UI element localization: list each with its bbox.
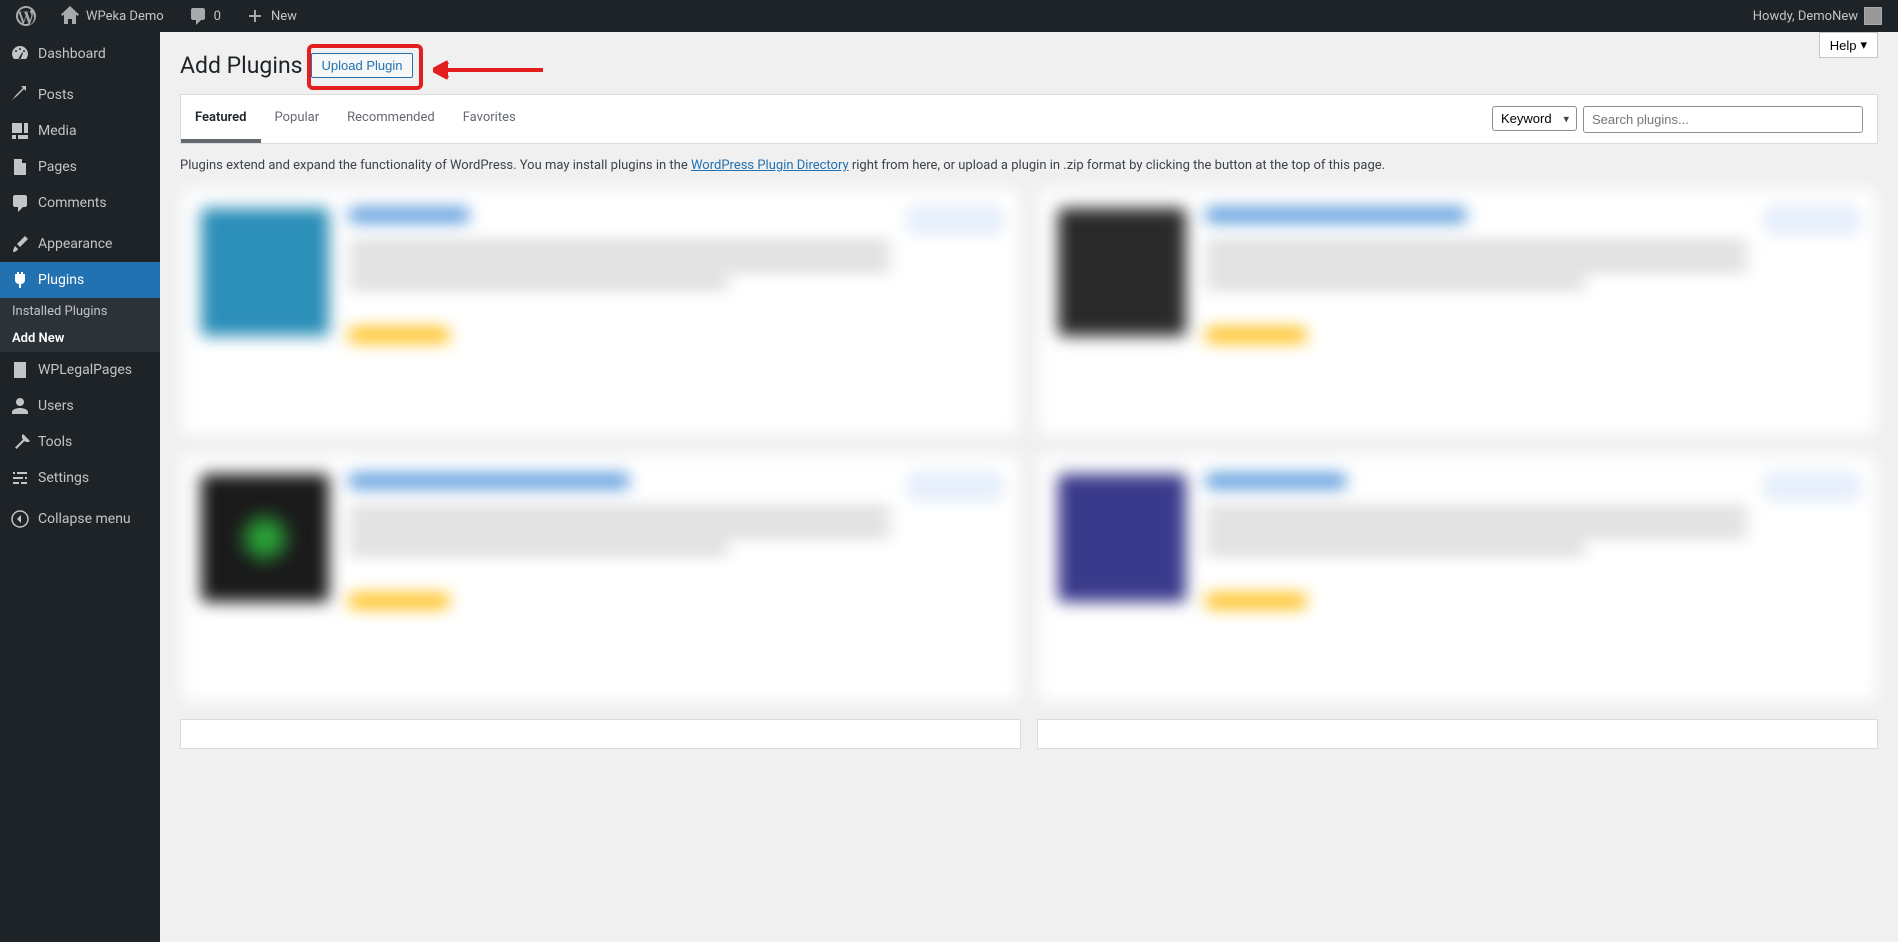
user-icon	[10, 396, 30, 416]
submenu-add-new[interactable]: Add New	[0, 325, 160, 352]
plugins-submenu: Installed Plugins Add New	[0, 298, 160, 352]
install-button[interactable]	[910, 474, 1000, 498]
plus-icon	[245, 6, 265, 26]
sidebar-item-media[interactable]: Media	[0, 113, 160, 149]
document-icon	[10, 360, 30, 380]
plugin-card[interactable]	[180, 453, 1021, 703]
sidebar-item-pages[interactable]: Pages	[0, 149, 160, 185]
sidebar-item-label: Posts	[38, 87, 74, 103]
plugin-card[interactable]	[1037, 453, 1878, 703]
plugin-icon	[10, 270, 30, 290]
sidebar-item-comments[interactable]: Comments	[0, 185, 160, 221]
plugin-card[interactable]	[1037, 187, 1878, 437]
sidebar-item-wplegalpages[interactable]: WPLegalPages	[0, 352, 160, 388]
main-content: Add Plugins Upload Plugin Help ▾ Feature…	[160, 32, 1898, 769]
sliders-icon	[10, 468, 30, 488]
media-icon	[10, 121, 30, 141]
sidebar-item-settings[interactable]: Settings	[0, 460, 160, 496]
admin-sidebar: Dashboard Posts Media Pages Comments App…	[0, 32, 160, 942]
page-title: Add Plugins	[180, 52, 303, 79]
sidebar-item-label: WPLegalPages	[38, 362, 132, 378]
filter-bar: Featured Popular Recommended Favorites K…	[180, 94, 1878, 144]
page-description: Plugins extend and expand the functional…	[180, 158, 1878, 173]
admin-bar: WPeka Demo 0 New Howdy, DemoNew	[0, 0, 1898, 32]
home-icon	[60, 6, 80, 26]
submenu-installed-plugins[interactable]: Installed Plugins	[0, 298, 160, 325]
sidebar-item-label: Dashboard	[38, 46, 106, 62]
sidebar-item-label: Tools	[38, 434, 72, 450]
sidebar-item-users[interactable]: Users	[0, 388, 160, 424]
sidebar-item-label: Comments	[38, 195, 107, 211]
sidebar-item-label: Pages	[38, 159, 77, 175]
wrench-icon	[10, 432, 30, 452]
sidebar-item-label: Appearance	[38, 236, 112, 252]
plugin-icon	[201, 208, 329, 336]
sidebar-item-label: Collapse menu	[38, 511, 131, 527]
page-icon	[10, 157, 30, 177]
howdy-label: Howdy, DemoNew	[1753, 9, 1858, 24]
install-button[interactable]	[1767, 208, 1857, 232]
plugin-icon	[1058, 208, 1186, 336]
wp-logo-menu[interactable]	[8, 0, 44, 32]
plugin-icon	[1058, 474, 1186, 602]
sidebar-item-label: Users	[38, 398, 74, 414]
sidebar-item-appearance[interactable]: Appearance	[0, 226, 160, 262]
comment-icon	[10, 193, 30, 213]
tab-recommended[interactable]: Recommended	[333, 95, 449, 143]
sidebar-item-posts[interactable]: Posts	[0, 77, 160, 113]
sidebar-item-label: Media	[38, 123, 77, 139]
sidebar-item-label: Plugins	[38, 272, 84, 288]
comments-count: 0	[214, 9, 221, 24]
user-menu[interactable]: Howdy, DemoNew	[1745, 0, 1890, 32]
annotation-arrow	[433, 60, 543, 80]
sidebar-item-tools[interactable]: Tools	[0, 424, 160, 460]
install-button[interactable]	[910, 208, 1000, 232]
site-name-label: WPeka Demo	[86, 9, 164, 24]
pin-icon	[10, 85, 30, 105]
wordpress-icon	[16, 6, 36, 26]
site-name-menu[interactable]: WPeka Demo	[52, 0, 172, 32]
upload-plugin-button[interactable]: Upload Plugin	[311, 53, 414, 78]
tab-featured[interactable]: Featured	[181, 95, 261, 143]
search-plugins-input[interactable]	[1583, 106, 1863, 133]
avatar	[1864, 7, 1882, 25]
sidebar-collapse[interactable]: Collapse menu	[0, 501, 160, 537]
plugin-icon	[201, 474, 329, 602]
tab-popular[interactable]: Popular	[261, 95, 334, 143]
dashboard-icon	[10, 44, 30, 64]
comments-menu[interactable]: 0	[180, 0, 229, 32]
chevron-down-icon: ▾	[1860, 37, 1867, 53]
tab-favorites[interactable]: Favorites	[449, 95, 530, 143]
new-content-menu[interactable]: New	[237, 0, 305, 32]
plugin-card[interactable]	[180, 719, 1021, 749]
help-button[interactable]: Help ▾	[1819, 32, 1878, 58]
collapse-icon	[10, 509, 30, 529]
comment-icon	[188, 6, 208, 26]
sidebar-item-label: Settings	[38, 470, 89, 486]
install-button[interactable]	[1767, 474, 1857, 498]
plugin-directory-link[interactable]: WordPress Plugin Directory	[691, 158, 849, 173]
brush-icon	[10, 234, 30, 254]
plugin-results-grid	[180, 187, 1878, 703]
new-label: New	[271, 9, 297, 24]
sidebar-item-dashboard[interactable]: Dashboard	[0, 36, 160, 72]
search-type-select[interactable]: Keyword	[1492, 106, 1577, 131]
sidebar-item-plugins[interactable]: Plugins	[0, 262, 160, 298]
plugin-card[interactable]	[180, 187, 1021, 437]
plugin-card[interactable]	[1037, 719, 1878, 749]
